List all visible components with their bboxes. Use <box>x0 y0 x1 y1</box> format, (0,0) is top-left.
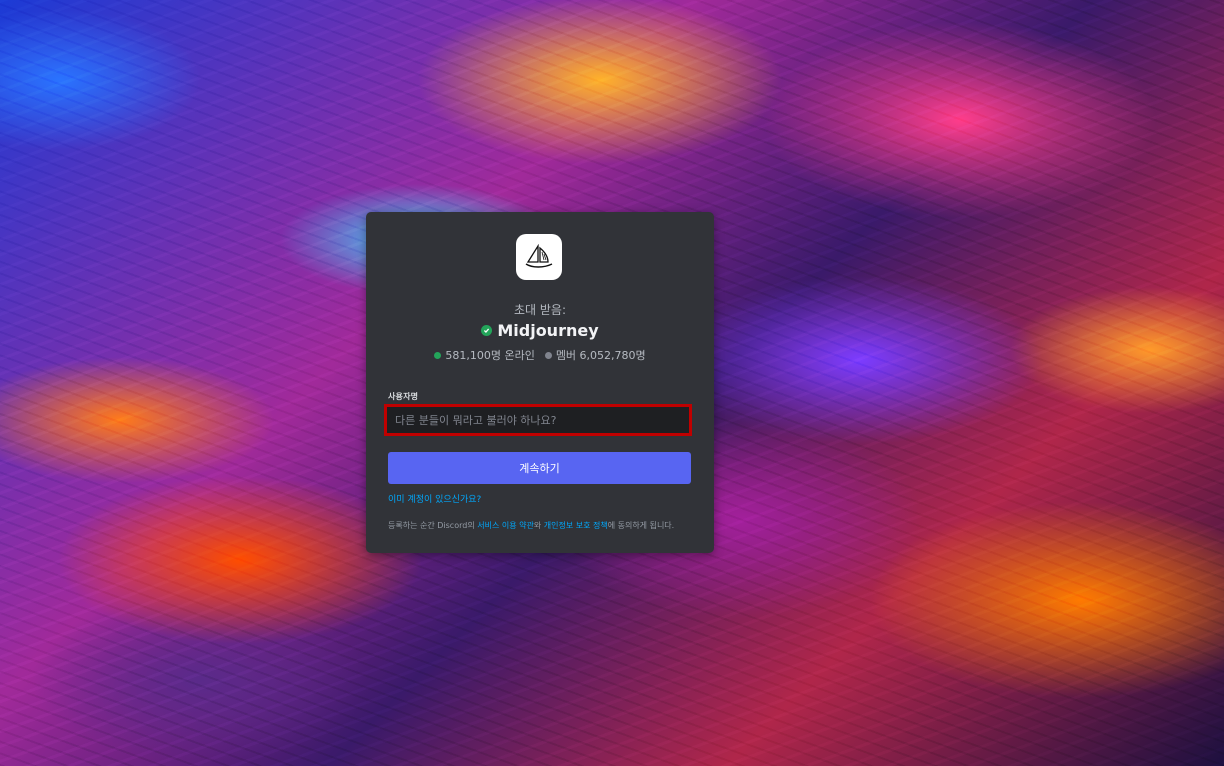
invite-modal: 초대 받음: Midjourney 581,100명 온라인 멤버 6,052,… <box>366 212 714 553</box>
member-count: 멤버 6,052,780명 <box>555 349 646 362</box>
invited-label: 초대 받음: <box>513 303 567 317</box>
username-field-highlight <box>384 404 692 436</box>
terms-middle: 와 <box>533 521 544 530</box>
username-label: 사용자명 <box>388 392 419 401</box>
verified-check-icon <box>481 325 493 336</box>
server-stats: 581,100명 온라인 멤버 6,052,780명 <box>366 347 714 363</box>
member-stat: 멤버 6,052,780명 <box>544 347 646 363</box>
continue-button[interactable]: 계속하기 <box>388 452 691 484</box>
terms-notice: 등록하는 순간 Discord의 서비스 이용 약관와 개인정보 보호 정책에 … <box>388 520 674 531</box>
server-title-row: Midjourney <box>366 321 714 340</box>
terms-suffix: 에 동의하게 됩니다. <box>607 521 675 530</box>
online-stat: 581,100명 온라인 <box>434 347 535 363</box>
already-have-account-link[interactable]: 이미 계정이 있으신가요? <box>388 492 481 505</box>
server-logo <box>516 234 562 280</box>
terms-prefix: 등록하는 순간 Discord의 <box>388 521 478 530</box>
online-dot-icon <box>434 351 442 359</box>
privacy-policy-link[interactable]: 개인정보 보호 정책 <box>544 521 608 530</box>
terms-of-service-link[interactable]: 서비스 이용 약관 <box>477 521 534 530</box>
username-input[interactable] <box>387 407 689 433</box>
server-name: Midjourney <box>497 321 599 340</box>
sailboat-icon <box>525 244 553 268</box>
online-count: 581,100명 온라인 <box>445 349 535 362</box>
member-dot-icon <box>544 351 552 359</box>
